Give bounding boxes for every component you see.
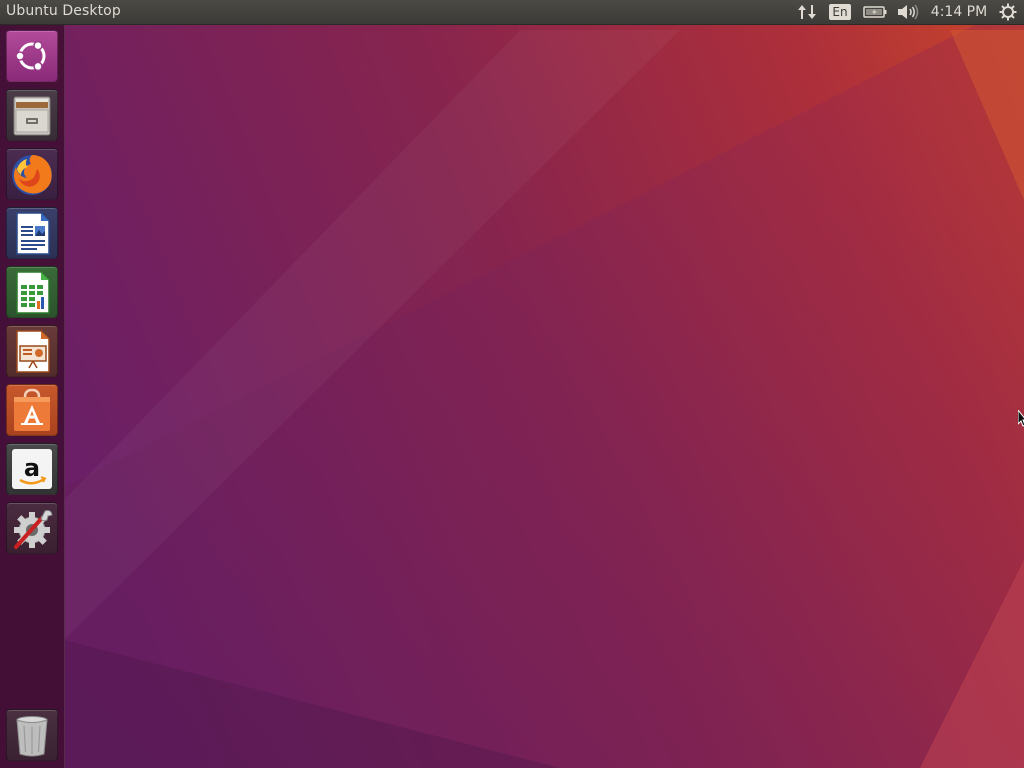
ubuntu-dash-icon [15, 40, 46, 72]
battery-indicator[interactable] [862, 0, 888, 24]
desktop-wallpaper [0, 0, 1024, 768]
launcher-item-software[interactable] [6, 384, 58, 436]
launcher-item-system-settings[interactable] [6, 502, 58, 554]
settings-wrench-icon [14, 510, 53, 549]
trash-icon [16, 716, 48, 757]
launcher-item-files[interactable] [6, 89, 58, 141]
top-panel: Ubuntu Desktop En 4:14 PM [0, 0, 1024, 25]
calc-spreadsheet-icon [16, 271, 50, 314]
sound-indicator[interactable] [896, 0, 920, 24]
launcher-item-trash[interactable] [6, 709, 58, 761]
session-menu[interactable] [997, 0, 1019, 24]
network-indicator[interactable] [796, 0, 818, 24]
battery-icon [863, 6, 887, 18]
window-title: Ubuntu Desktop [6, 3, 121, 19]
launcher-item-impress[interactable] [6, 325, 58, 377]
clock[interactable]: 4:14 PM [928, 0, 990, 24]
launcher-item-firefox[interactable] [6, 148, 58, 200]
writer-document-icon [16, 212, 50, 255]
network-transfer-icon [798, 5, 816, 19]
launcher: a [0, 25, 65, 768]
amazon-icon: a [12, 449, 52, 489]
mouse-pointer-icon [1018, 410, 1024, 427]
keyboard-layout-indicator[interactable]: En [829, 0, 851, 24]
launcher-item-calc[interactable] [6, 266, 58, 318]
launcher-item-dash[interactable] [6, 30, 58, 82]
launcher-item-amazon[interactable]: a [6, 443, 58, 495]
launcher-item-writer[interactable] [6, 207, 58, 259]
gear-icon [999, 3, 1017, 21]
impress-presentation-icon [16, 330, 50, 373]
firefox-icon [12, 155, 52, 195]
volume-icon [898, 4, 919, 20]
keyboard-layout-label: En [829, 4, 851, 20]
file-cabinet-icon [13, 96, 51, 136]
software-bag-icon [14, 388, 50, 431]
svg-text:a: a [24, 454, 40, 482]
